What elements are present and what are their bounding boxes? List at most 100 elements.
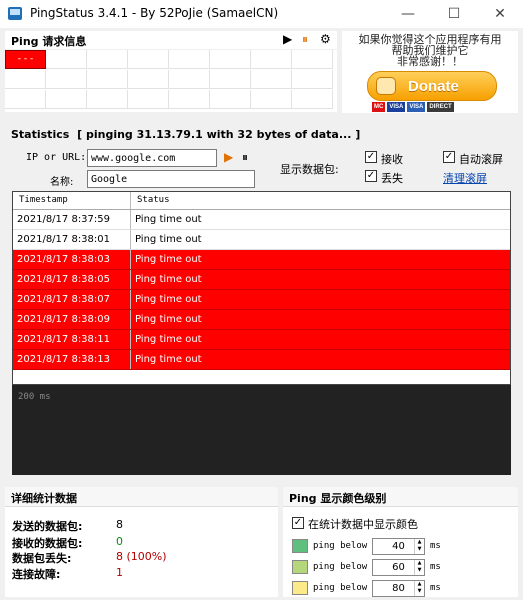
lost-label: 丢失 xyxy=(381,172,403,185)
name-label: 名称: xyxy=(50,177,74,188)
log-row[interactable]: 2021/8/17 8:38:01 Ping time out xyxy=(13,230,510,250)
log-timestamp: 2021/8/17 8:38:05 xyxy=(13,270,131,289)
log-status: Ping time out xyxy=(135,354,202,365)
ping-cell xyxy=(169,90,210,109)
unit-label: ms xyxy=(430,562,441,572)
lost-checkbox[interactable]: ✓ xyxy=(365,170,377,182)
ping-cell xyxy=(46,70,87,89)
visa-electron-icon: VISA xyxy=(407,102,426,112)
log-table-header: Timestamp Status xyxy=(13,192,510,210)
hand-icon xyxy=(376,77,396,95)
clear-log-link[interactable]: 清理滚屏 xyxy=(443,170,487,186)
log-timestamp: 2021/8/17 8:38:01 xyxy=(13,230,131,249)
gear-icon[interactable]: ⚙ xyxy=(320,32,331,46)
lost-value: 8 (100%) xyxy=(116,550,167,563)
detail-stats-title: 详细统计数据 xyxy=(5,487,278,507)
level-label: ping below xyxy=(313,541,368,551)
ping-cell xyxy=(87,90,128,109)
play-icon[interactable]: ▶ xyxy=(224,150,233,164)
log-row[interactable]: 2021/8/17 8:37:59 Ping time out xyxy=(13,210,510,230)
direct-debit-icon: DIRECT xyxy=(427,102,454,112)
log-status: Ping time out xyxy=(135,334,202,345)
spin-arrows-icon[interactable]: ▲ ▼ xyxy=(414,539,424,554)
mastercard-icon: MC xyxy=(372,102,386,112)
log-row[interactable]: 2021/8/17 8:38:07 Ping time out xyxy=(13,290,510,310)
statistics-title: Statistics [ pinging 31.13.79.1 with 32 … xyxy=(11,128,360,141)
spin-arrows-icon[interactable]: ▲ ▼ xyxy=(414,560,424,575)
visa-icon: VISA xyxy=(387,102,406,112)
received-label: 接收的数据包: xyxy=(12,537,83,550)
donate-panel: 如果你觉得这个应用程序有用 帮助我们维护它 非常感谢！！ Donate MC V… xyxy=(342,31,518,113)
timestamp-column-header[interactable]: Timestamp xyxy=(13,192,131,209)
statistics-label: Statistics xyxy=(11,128,70,141)
ping-cell xyxy=(5,70,46,89)
color-level-panel: Ping 显示颜色级别 ✓ 在统计数据中显示颜色 ping below 40 ▲ ▼… xyxy=(283,487,518,597)
level-1-stepper[interactable]: 40 ▲ ▼ xyxy=(372,538,425,555)
color-level-title: Ping 显示颜色级别 xyxy=(283,487,518,507)
log-row[interactable]: 2021/8/17 8:38:05 Ping time out xyxy=(13,270,510,290)
ip-input[interactable] xyxy=(87,149,217,167)
log-row[interactable]: 2021/8/17 8:38:03 Ping time out xyxy=(13,250,510,270)
ping-grid-header: Ping 请求信息 ▶ ⏸ ⚙ xyxy=(5,31,337,49)
unit-label: ms xyxy=(430,583,441,593)
graph-scale-label: 200 ms xyxy=(18,392,51,402)
ping-grid-title: Ping 请求信息 xyxy=(11,35,87,48)
ping-cell: - - - xyxy=(5,50,46,69)
payment-cards: MC VISA VISA DIRECT xyxy=(372,102,454,112)
log-row[interactable]: 2021/8/17 8:38:09 Ping time out xyxy=(13,310,510,330)
name-input[interactable] xyxy=(87,170,255,188)
level-2-stepper[interactable]: 60 ▲ ▼ xyxy=(372,559,425,576)
close-button[interactable]: ✕ xyxy=(477,0,523,28)
fail-label: 连接故障: xyxy=(12,568,61,581)
auto-scroll-label: 自动滚屏 xyxy=(459,153,503,166)
color-swatch-yellow[interactable] xyxy=(292,581,308,595)
pause-icon[interactable]: ⏸ xyxy=(302,32,308,47)
pause-icon[interactable]: ⏸ xyxy=(242,150,248,165)
receive-checkbox[interactable]: ✓ xyxy=(365,151,377,163)
ping-cell xyxy=(46,90,87,109)
auto-scroll-checkbox[interactable]: ✓ xyxy=(443,151,455,163)
color-swatch-lime[interactable] xyxy=(292,560,308,574)
detail-stats-panel: 详细统计数据 发送的数据包: 8 接收的数据包: 0 数据包丢失: 8 (100… xyxy=(5,487,278,597)
fail-value: 1 xyxy=(116,566,123,579)
log-timestamp: 2021/8/17 8:38:03 xyxy=(13,250,131,269)
log-timestamp: 2021/8/17 8:38:11 xyxy=(13,330,131,349)
log-status: Ping time out xyxy=(135,294,202,305)
level-value: 80 xyxy=(392,583,405,594)
play-icon[interactable]: ▶ xyxy=(283,32,292,46)
status-column-header[interactable]: Status xyxy=(131,192,170,209)
log-status: Ping time out xyxy=(135,254,202,265)
log-row[interactable]: 2021/8/17 8:38:11 Ping time out xyxy=(13,330,510,350)
receive-label: 接收 xyxy=(381,153,403,166)
ping-cell xyxy=(128,50,169,69)
ping-cell xyxy=(251,90,292,109)
donate-message: 如果你觉得这个应用程序有用 帮助我们维护它 非常感谢！！ xyxy=(342,34,518,67)
ping-cell xyxy=(5,90,46,109)
log-status: Ping time out xyxy=(135,214,202,225)
sent-label: 发送的数据包: xyxy=(12,520,83,533)
ping-graph: 200 ms xyxy=(12,385,511,475)
ping-cell xyxy=(251,70,292,89)
log-row[interactable]: 2021/8/17 8:38:13 Ping time out xyxy=(13,350,510,370)
window-title: PingStatus 3.4.1 - By 52PoJie (SamaelCN) xyxy=(30,6,279,20)
level-label: ping below xyxy=(313,562,368,572)
level-3-stepper[interactable]: 80 ▲ ▼ xyxy=(372,580,425,597)
ping-cell xyxy=(128,90,169,109)
ping-cell xyxy=(292,70,333,89)
color-swatch-green[interactable] xyxy=(292,539,308,553)
ping-cell xyxy=(169,70,210,89)
donate-line-3: 非常感谢！！ xyxy=(397,55,463,68)
ping-status-text: [ pinging 31.13.79.1 with 32 bytes of da… xyxy=(77,128,361,141)
show-color-label: 在统计数据中显示颜色 xyxy=(308,518,418,531)
ping-cell xyxy=(210,70,251,89)
maximize-button[interactable]: ☐ xyxy=(431,0,477,28)
show-color-checkbox[interactable]: ✓ xyxy=(292,517,304,529)
spin-arrows-icon[interactable]: ▲ ▼ xyxy=(414,581,424,596)
minimize-button[interactable]: — xyxy=(385,0,431,28)
level-value: 40 xyxy=(392,541,405,552)
ping-cell xyxy=(251,50,292,69)
level-label: ping below xyxy=(313,583,368,593)
log-status: Ping time out xyxy=(135,314,202,325)
donate-button[interactable]: Donate xyxy=(367,71,497,101)
log-timestamp: 2021/8/17 8:38:13 xyxy=(13,350,131,369)
